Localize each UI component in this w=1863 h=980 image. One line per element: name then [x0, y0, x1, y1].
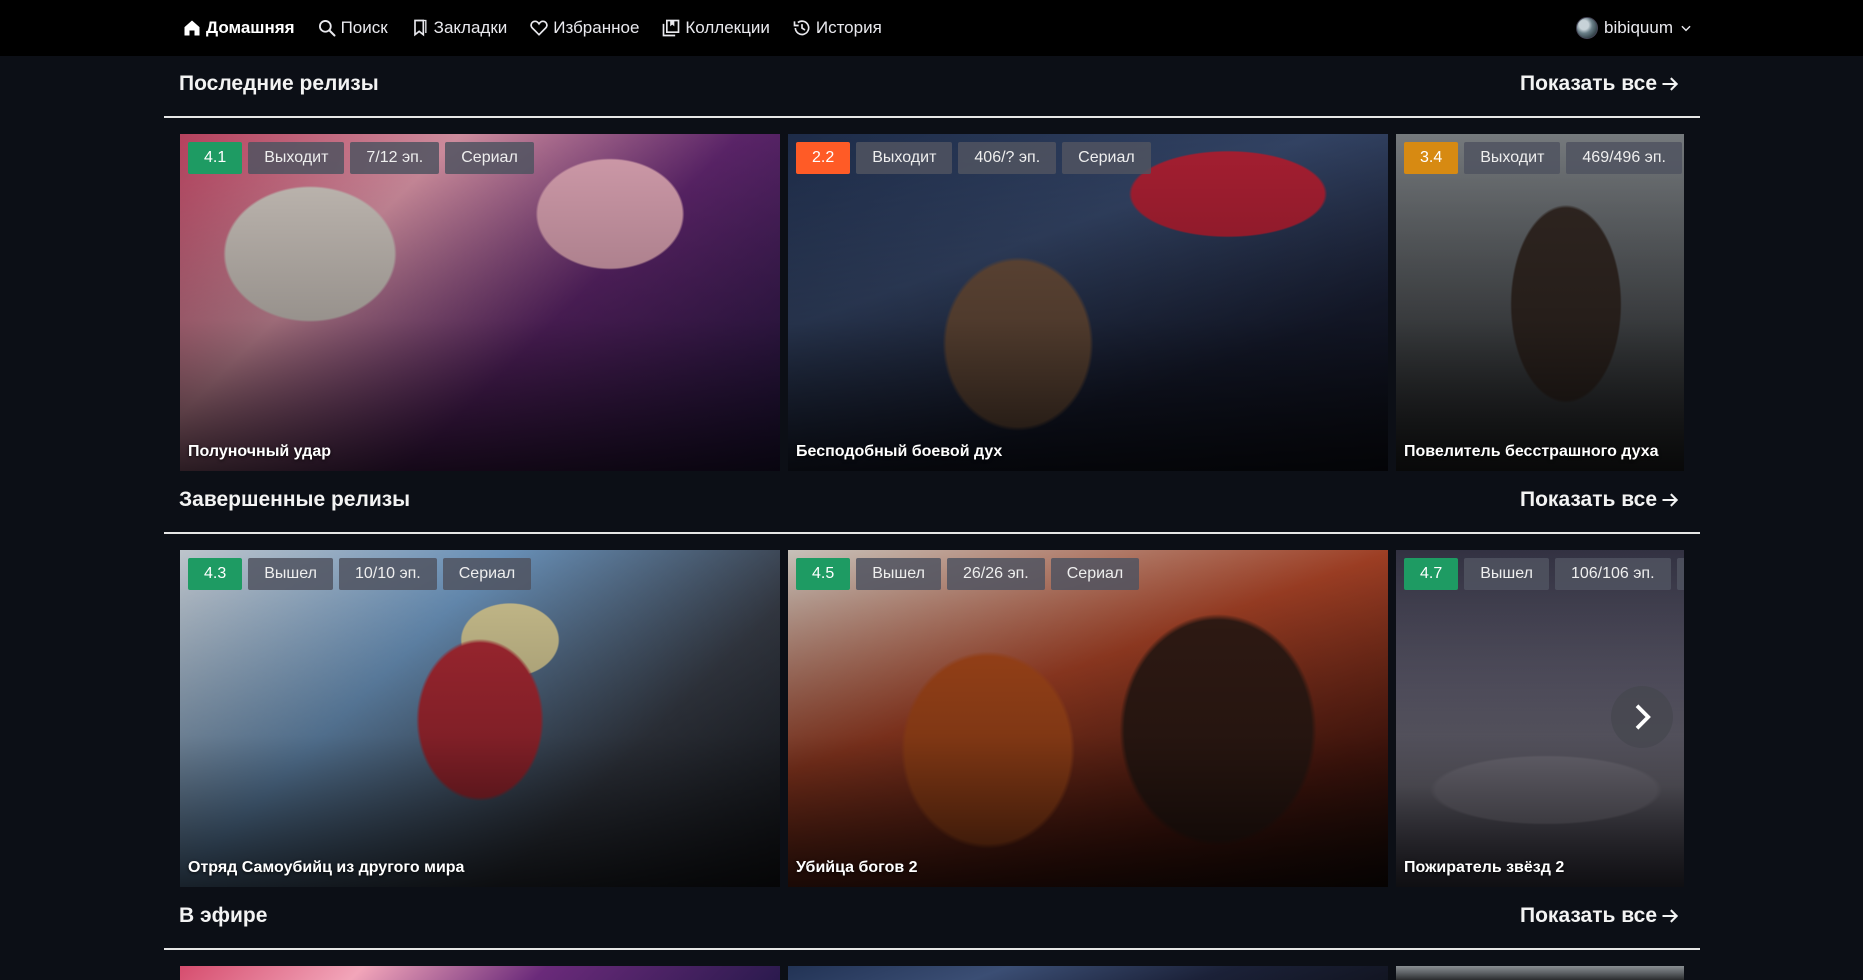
nav-item-home[interactable]: Домашняя — [182, 18, 295, 38]
user-menu[interactable]: bibiquum — [1576, 0, 1693, 56]
release-card[interactable]: 3.4 Выходит 469/496 эп. Сериал Повелител… — [1396, 134, 1684, 471]
section-title: В эфире — [179, 904, 268, 927]
search-icon — [318, 20, 336, 37]
card-title: Бесподобный боевой дух — [796, 443, 1003, 460]
username: bibiquum — [1604, 18, 1673, 37]
release-card[interactable] — [180, 966, 780, 980]
release-card[interactable] — [1396, 966, 1684, 980]
nav-item-label: Избранное — [553, 18, 640, 37]
episodes-badge: 26/26 эп. — [946, 558, 1045, 590]
arrow-right-icon — [1662, 77, 1679, 91]
status-badge: Вышел — [1464, 558, 1549, 590]
show-all-label: Показать все — [1520, 904, 1657, 927]
release-card[interactable]: 4.5 Вышел 26/26 эп. Сериал Убийца богов … — [788, 550, 1388, 887]
carousel-completed-releases: 4.3 Вышел 10/10 эп. Сериал Отряд Самоуби… — [180, 550, 1684, 887]
show-all-link[interactable]: Показать все — [1520, 904, 1680, 928]
collection-icon — [663, 19, 680, 37]
type-badge: Сериал — [442, 558, 532, 590]
section-header-on-air: В эфире Показать все — [164, 888, 1700, 950]
episodes-badge: 10/10 эп. — [338, 558, 437, 590]
chevron-right-icon — [1635, 704, 1651, 730]
episodes-badge: 106/106 эп. — [1554, 558, 1671, 590]
card-title: Убийца богов 2 — [796, 859, 918, 876]
rating-badge: 4.5 — [796, 558, 851, 590]
history-icon — [793, 20, 810, 36]
nav-item-search[interactable]: Поиск — [317, 18, 388, 38]
release-card[interactable]: 4.3 Вышел 10/10 эп. Сериал Отряд Самоуби… — [180, 550, 780, 887]
cover-image — [180, 966, 780, 980]
rating-badge: 3.4 — [1404, 142, 1459, 174]
rating-badge: 4.1 — [188, 142, 243, 174]
carousel-latest-releases: 4.1 Выходит 7/12 эп. Сериал Полуночный у… — [180, 134, 1684, 471]
section-title: Последние релизы — [179, 72, 379, 95]
release-card[interactable]: 2.2 Выходит 406/? эп. Сериал Бесподобный… — [788, 134, 1388, 471]
home-icon — [184, 20, 200, 36]
type-badge: Сериал — [445, 142, 534, 174]
top-navigation-bar: Домашняя Поиск Закладки Избранное Коллек… — [0, 0, 1863, 56]
show-all-link[interactable]: Показать все — [1520, 72, 1680, 96]
nav-item-history[interactable]: История — [792, 18, 882, 38]
release-card[interactable] — [788, 966, 1388, 980]
show-all-label: Показать все — [1520, 488, 1657, 511]
card-title: Пожиратель звёзд 2 — [1404, 859, 1565, 876]
status-badge: Вышел — [248, 558, 333, 590]
heart-icon — [530, 20, 548, 36]
status-badge: Вышел — [856, 558, 941, 590]
arrow-right-icon — [1662, 493, 1679, 507]
card-title: Отряд Самоубийц из другого мира — [188, 859, 465, 876]
carousel-on-air — [180, 966, 1684, 980]
nav-item-label: Домашняя — [206, 18, 295, 37]
bookmark-icon — [413, 19, 427, 37]
badges: 4.1 Выходит 7/12 эп. Сериал — [188, 142, 534, 174]
show-all-label: Показать все — [1520, 72, 1657, 95]
type-badge: Сериал — [1676, 558, 1684, 590]
nav-item-favorites[interactable]: Избранное — [529, 18, 639, 38]
episodes-badge: 406/? эп. — [958, 142, 1057, 174]
nav-item-bookmarks[interactable]: Закладки — [410, 18, 508, 38]
chevron-down-icon — [1681, 25, 1691, 32]
nav-item-label: Закладки — [433, 18, 508, 37]
status-badge: Выходит — [856, 142, 953, 174]
cover-image — [788, 966, 1388, 980]
rating-badge: 4.3 — [188, 558, 243, 590]
nav-item-label: Коллекции — [685, 18, 770, 37]
main-nav: Домашняя Поиск Закладки Избранное Коллек… — [182, 0, 882, 56]
avatar — [1576, 17, 1598, 39]
carousel-next-button[interactable] — [1611, 686, 1673, 748]
type-badge: Сериал — [1062, 142, 1151, 174]
show-all-link[interactable]: Показать все — [1520, 488, 1680, 512]
arrow-right-icon — [1662, 909, 1679, 923]
rating-badge: 2.2 — [796, 142, 851, 174]
nav-item-collections[interactable]: Коллекции — [661, 18, 770, 38]
card-title: Повелитель бесстрашного духа — [1404, 443, 1659, 460]
rating-badge: 4.7 — [1404, 558, 1459, 590]
section-header-completed: Завершенные релизы Показать все — [164, 472, 1700, 534]
badges: 3.4 Выходит 469/496 эп. Сериал — [1404, 142, 1684, 174]
release-card[interactable]: 4.1 Выходит 7/12 эп. Сериал Полуночный у… — [180, 134, 780, 471]
episodes-badge: 7/12 эп. — [350, 142, 440, 174]
badges: 2.2 Выходит 406/? эп. Сериал — [796, 142, 1151, 174]
type-badge: Сериал — [1050, 558, 1140, 590]
status-badge: Выходит — [1464, 142, 1561, 174]
nav-item-label: Поиск — [340, 18, 388, 37]
badges: 4.3 Вышел 10/10 эп. Сериал — [188, 558, 532, 590]
episodes-badge: 469/496 эп. — [1566, 142, 1682, 174]
cover-image — [1396, 966, 1684, 980]
badges: 4.7 Вышел 106/106 эп. Сериал — [1404, 558, 1684, 590]
status-badge: Выходит — [248, 142, 345, 174]
card-title: Полуночный удар — [188, 443, 331, 460]
nav-item-label: История — [815, 18, 882, 37]
badges: 4.5 Вышел 26/26 эп. Сериал — [796, 558, 1140, 590]
section-header-latest: Последние релизы Показать все — [164, 56, 1700, 118]
section-title: Завершенные релизы — [179, 488, 411, 511]
